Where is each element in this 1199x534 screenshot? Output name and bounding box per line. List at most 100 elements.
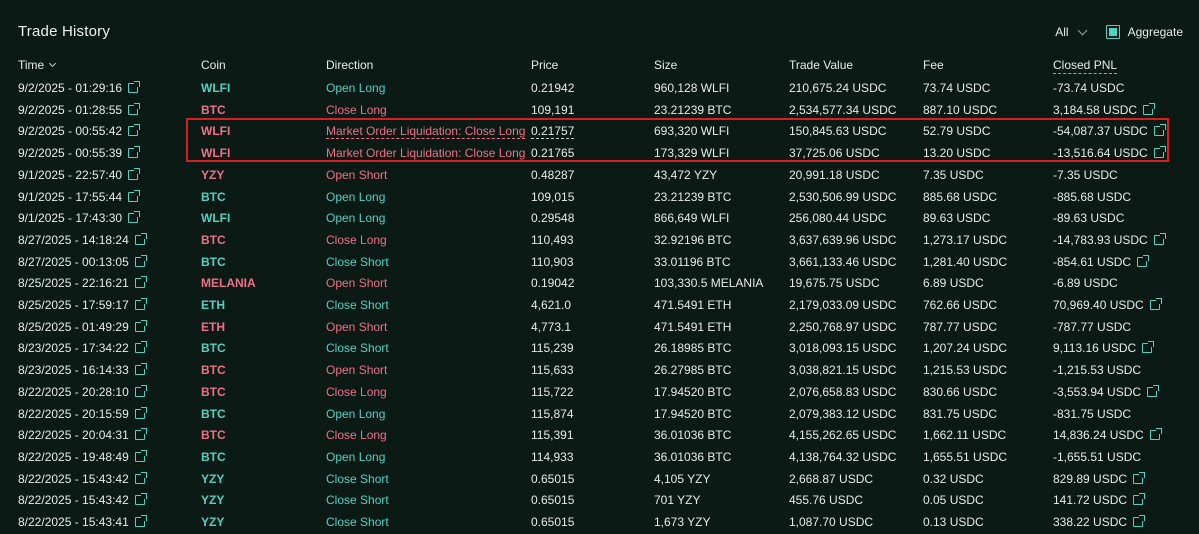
external-link-icon[interactable]: [1153, 232, 1166, 245]
time-cell[interactable]: 9/2/2025 - 01:28:55: [18, 102, 141, 117]
column-header-size[interactable]: Size: [654, 58, 677, 72]
coin-cell[interactable]: WLFI: [201, 211, 230, 225]
coin-cell[interactable]: BTC: [201, 103, 226, 117]
time-cell[interactable]: 8/27/2025 - 00:13:05: [18, 254, 147, 269]
coin-cell-text[interactable]: YZY: [201, 168, 224, 182]
external-link-icon[interactable]: [128, 102, 141, 115]
aggregate-checkbox[interactable]: [1105, 25, 1120, 39]
external-link-icon[interactable]: [1149, 298, 1162, 310]
coin-cell[interactable]: WLFI: [201, 146, 230, 160]
time-cell[interactable]: 9/2/2025 - 01:29:16: [18, 81, 141, 95]
external-link-icon[interactable]: [134, 406, 147, 419]
time-cell[interactable]: 9/1/2025 - 17:43:30: [18, 211, 141, 225]
time-cell[interactable]: 9/1/2025 - 17:55:44: [18, 189, 141, 204]
coin-cell[interactable]: BTC: [201, 407, 226, 421]
external-link-icon[interactable]: [1133, 493, 1146, 506]
time-cell[interactable]: 9/2/2025 - 00:55:42: [18, 124, 141, 138]
external-link-icon[interactable]: [128, 211, 141, 224]
coin-cell-text[interactable]: MELANIA: [201, 276, 256, 290]
coin-cell-text[interactable]: WLFI: [201, 81, 230, 95]
coin-cell-text[interactable]: WLFI: [201, 211, 230, 225]
external-link-icon[interactable]: [1149, 428, 1162, 441]
external-link-icon[interactable]: [1153, 146, 1166, 159]
time-cell-text[interactable]: 9/1/2025 - 22:57:40: [18, 168, 122, 182]
coin-cell-text[interactable]: BTC: [201, 233, 226, 247]
coin-cell-text[interactable]: ETH: [201, 320, 225, 334]
external-link-icon[interactable]: [128, 81, 141, 93]
coin-cell-text[interactable]: BTC: [201, 428, 226, 442]
external-link-icon[interactable]: [134, 298, 147, 310]
coin-cell-text[interactable]: BTC: [201, 190, 226, 204]
time-cell-text[interactable]: 8/22/2025 - 20:28:10: [18, 385, 129, 399]
time-cell[interactable]: 8/25/2025 - 01:49:29: [18, 319, 147, 334]
time-cell-text[interactable]: 8/27/2025 - 14:18:24: [18, 233, 129, 247]
time-cell[interactable]: 8/23/2025 - 17:34:22: [18, 341, 147, 355]
coin-cell-text[interactable]: BTC: [201, 450, 226, 464]
external-link-icon[interactable]: [134, 471, 147, 484]
time-cell[interactable]: 8/23/2025 - 16:14:33: [18, 363, 147, 377]
coin-cell-text[interactable]: BTC: [201, 255, 226, 269]
external-link-icon[interactable]: [128, 189, 141, 202]
time-cell[interactable]: 8/25/2025 - 22:16:21: [18, 276, 147, 290]
column-header-price[interactable]: Price: [531, 58, 558, 72]
time-cell-text[interactable]: 9/2/2025 - 00:55:42: [18, 124, 122, 138]
coin-cell-text[interactable]: BTC: [201, 407, 226, 421]
column-header-fee[interactable]: Fee: [923, 58, 944, 72]
external-link-icon[interactable]: [134, 515, 147, 527]
coin-cell[interactable]: BTC: [201, 450, 226, 464]
time-cell-text[interactable]: 8/25/2025 - 17:59:17: [18, 298, 129, 312]
coin-cell[interactable]: YZY: [201, 472, 224, 486]
time-cell[interactable]: 9/2/2025 - 00:55:39: [18, 146, 141, 160]
external-link-icon[interactable]: [134, 232, 147, 245]
external-link-icon[interactable]: [134, 254, 147, 267]
coin-cell-text[interactable]: BTC: [201, 103, 226, 117]
time-cell-text[interactable]: 8/22/2025 - 19:48:49: [18, 450, 129, 464]
time-cell[interactable]: 8/22/2025 - 19:48:49: [18, 449, 147, 464]
external-link-icon[interactable]: [128, 124, 141, 137]
aggregate-toggle[interactable]: Aggregate: [1105, 25, 1183, 39]
coin-cell[interactable]: BTC: [201, 428, 226, 442]
external-link-icon[interactable]: [134, 276, 147, 289]
external-link-icon[interactable]: [128, 146, 141, 159]
time-cell[interactable]: 8/22/2025 - 20:28:10: [18, 384, 147, 399]
external-link-icon[interactable]: [1133, 515, 1146, 527]
column-header-trade-value[interactable]: Trade Value: [789, 58, 853, 72]
coin-cell[interactable]: BTC: [201, 363, 226, 377]
time-cell-text[interactable]: 8/22/2025 - 15:43:42: [18, 493, 129, 507]
coin-cell-text[interactable]: BTC: [201, 385, 226, 399]
external-link-icon[interactable]: [134, 493, 147, 506]
external-link-icon[interactable]: [134, 449, 147, 462]
time-cell-text[interactable]: 8/22/2025 - 15:43:42: [18, 472, 129, 486]
time-cell-text[interactable]: 8/23/2025 - 16:14:33: [18, 363, 129, 377]
time-cell-text[interactable]: 8/22/2025 - 20:15:59: [18, 407, 129, 421]
external-link-icon[interactable]: [134, 319, 147, 332]
time-cell-text[interactable]: 9/2/2025 - 00:55:39: [18, 146, 122, 160]
coin-cell[interactable]: BTC: [201, 255, 226, 269]
time-cell-text[interactable]: 8/25/2025 - 01:49:29: [18, 320, 129, 334]
coin-cell-text[interactable]: YZY: [201, 493, 224, 507]
coin-cell-text[interactable]: BTC: [201, 341, 226, 355]
coin-cell-text[interactable]: WLFI: [201, 146, 230, 160]
external-link-icon[interactable]: [1142, 341, 1155, 354]
coin-cell[interactable]: BTC: [201, 190, 226, 204]
time-cell-text[interactable]: 9/1/2025 - 17:43:30: [18, 211, 122, 225]
coin-cell[interactable]: ETH: [201, 320, 225, 334]
column-header-coin[interactable]: Coin: [201, 58, 226, 72]
coin-cell[interactable]: ETH: [201, 298, 225, 312]
time-cell-text[interactable]: 8/23/2025 - 17:34:22: [18, 341, 129, 355]
coin-cell-text[interactable]: BTC: [201, 363, 226, 377]
coin-cell[interactable]: YZY: [201, 168, 224, 182]
external-link-icon[interactable]: [1143, 102, 1156, 115]
coin-cell-text[interactable]: ETH: [201, 298, 225, 312]
time-cell[interactable]: 8/22/2025 - 20:15:59: [18, 406, 147, 421]
time-cell-text[interactable]: 9/2/2025 - 01:29:16: [18, 81, 122, 95]
coin-cell[interactable]: WLFI: [201, 124, 230, 138]
external-link-icon[interactable]: [1137, 254, 1150, 267]
external-link-icon[interactable]: [134, 341, 147, 354]
coin-cell-text[interactable]: YZY: [201, 515, 224, 529]
time-cell-text[interactable]: 8/27/2025 - 00:13:05: [18, 255, 129, 269]
external-link-icon[interactable]: [128, 167, 141, 180]
external-link-icon[interactable]: [1153, 124, 1166, 137]
column-header-closed-pnl[interactable]: Closed PNL: [1053, 58, 1118, 74]
external-link-icon[interactable]: [134, 363, 147, 376]
